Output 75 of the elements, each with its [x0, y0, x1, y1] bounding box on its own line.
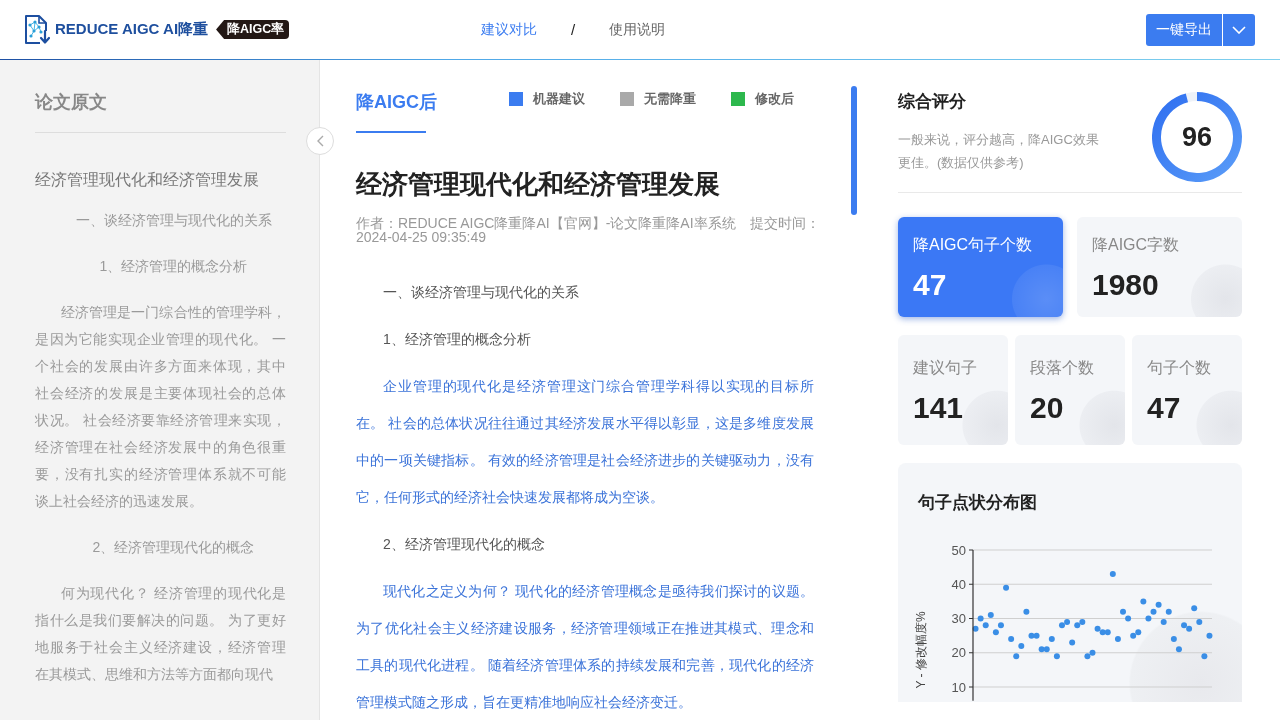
section-heading: 一、谈经济管理与现代化的关系: [382, 283, 580, 302]
data-point: [1053, 653, 1060, 660]
ring-track: [1185, 92, 1198, 103]
panel-title: 论文原文: [35, 90, 286, 133]
stat-value: 47: [1147, 390, 1182, 426]
section-heading: 一、谈经济管理与现代化的关系: [74, 210, 273, 230]
legend-label: 机器建议: [533, 91, 585, 107]
data-point: [1206, 632, 1213, 639]
axis-tick-label: 40: [951, 576, 966, 592]
logo-badge: 降AIGC率: [216, 20, 290, 39]
axis-tick-label: 20: [951, 645, 966, 661]
data-point: [1165, 608, 1172, 615]
scrollbar-thumb[interactable]: [851, 86, 857, 215]
data-point: [1069, 639, 1076, 646]
legend-label: 修改后: [755, 91, 794, 107]
nav-link[interactable]: 使用说明: [609, 20, 666, 39]
stat-card[interactable]: 建议句子 141: [898, 335, 1008, 445]
paragraph: 何为现代化？ 经济管理的现代化是指什么是我们要解决的问题。 为了更好地服务于社会主义经济建设，经济管理在其模式、思维和方法等方面都向现代: [35, 583, 286, 684]
stat-value: 47: [913, 267, 948, 303]
data-point: [1008, 636, 1015, 643]
score-value: 96: [1182, 122, 1212, 152]
data-point: [1023, 608, 1030, 615]
section-title: 综合评分: [898, 91, 967, 113]
data-point: [1170, 636, 1177, 643]
stat-value: 141: [913, 390, 965, 426]
data-point: [1196, 618, 1203, 625]
data-point: [1109, 571, 1116, 577]
suggested-paragraph: 企业管理的现代化是经济管理这门综合管理学科得以实现的目标所在。 社会的总体状况往往通过其经济发展水平得以彰显，这是多维度发展中的一项关键指标。 有效的经济管理是社会经济进步的关键驱动力，没有它，任何形式的经济社会快速发展都将成为空谈。: [356, 377, 814, 507]
nav-link[interactable]: 建议对比: [481, 20, 537, 39]
paragraph: 经济管理是一门综合性的管理学科，是因为它能实现企业管理的现代化。 一个社会的发展由许多方面来体现，其中社会经济的发展是主要体现社会的总体状况。 社会经济要靠经济管理来实现，经济管理在社会经济发展中的角色很重要，没有扎实的经济管理体系就不可能谈上社会经济的迅速发展。: [35, 302, 286, 511]
data-point: [1013, 653, 1020, 660]
article-meta: 作者：REDUCE AIGC降重降AI【官网】-论文降重降AI率系统 提交时间：2024-04-25 09:35:49: [356, 216, 821, 244]
suggested-paragraph: 现代化之定义为何？ 现代化的经济管理概念是亟待我们探讨的议题。为了优化社会主义经济建设服务，经济管理领域正在推进其模式、理念和工具的现代化进程。 随着经济管理体系的持续发展和完善，现代化的经济管理模式随之形成，旨在更精准地响应社会经济变迁。: [356, 582, 814, 712]
data-point: [1018, 642, 1025, 649]
data-point: [972, 625, 979, 632]
axis-title: Y - 修改幅度%: [914, 611, 928, 689]
axis-tick-label: 30: [951, 611, 966, 626]
nav-separator: /: [571, 21, 576, 38]
data-point: [1175, 646, 1182, 653]
stat-label: 降AIGC字数: [1092, 235, 1181, 255]
dropdown-button[interactable]: [1223, 13, 1255, 46]
article-title: 经济管理现代化和经济管理发展: [35, 170, 260, 190]
article-title: 经济管理现代化和经济管理发展: [356, 168, 721, 201]
chevron-left-icon: [316, 135, 324, 147]
axis-tick-label: 10: [951, 679, 966, 695]
stat-label: 句子个数: [1147, 358, 1212, 378]
stat-value: 20: [1030, 390, 1065, 426]
section-heading: 2、经济管理现代化的概念: [382, 535, 546, 554]
section-heading: 1、经济管理的概念分析: [98, 256, 249, 276]
stat-card[interactable]: 句子个数 47: [1132, 335, 1242, 445]
stat-card[interactable]: 降AIGC字数 1980: [1077, 217, 1242, 317]
data-point: [1160, 618, 1167, 625]
chevron-down-icon: [1232, 25, 1246, 34]
tab[interactable]: 降AIGC后: [356, 90, 437, 133]
document-icon: [24, 14, 50, 45]
data-point: [1140, 598, 1147, 605]
stat-label: 降AIGC句子个数: [913, 235, 1034, 255]
data-point: [1114, 636, 1121, 643]
stat-label: 段落个数: [1030, 358, 1095, 378]
stat-card[interactable]: 段落个数 20: [1015, 335, 1125, 445]
export-button[interactable]: 一键导出: [1146, 13, 1222, 46]
legend-label: 无需降重: [644, 91, 696, 107]
section-heading: 1、经济管理的概念分析: [382, 330, 532, 349]
axis-tick-label: 50: [951, 542, 966, 558]
logo-text: REDUCE AIGC AI降重: [55, 20, 209, 39]
data-point: [987, 612, 994, 619]
stat-label: 建议句子: [913, 358, 978, 378]
chart-title: 句子点状分布图: [917, 492, 1038, 514]
data-point: [1048, 636, 1055, 643]
data-point: [1191, 605, 1198, 612]
data-point: [1003, 584, 1010, 591]
stat-value: 1980: [1092, 267, 1160, 303]
data-point: [1201, 653, 1208, 660]
section-heading: 2、经济管理现代化的概念: [91, 537, 256, 557]
stat-card[interactable]: 降AIGC句子个数 47: [898, 217, 1063, 317]
